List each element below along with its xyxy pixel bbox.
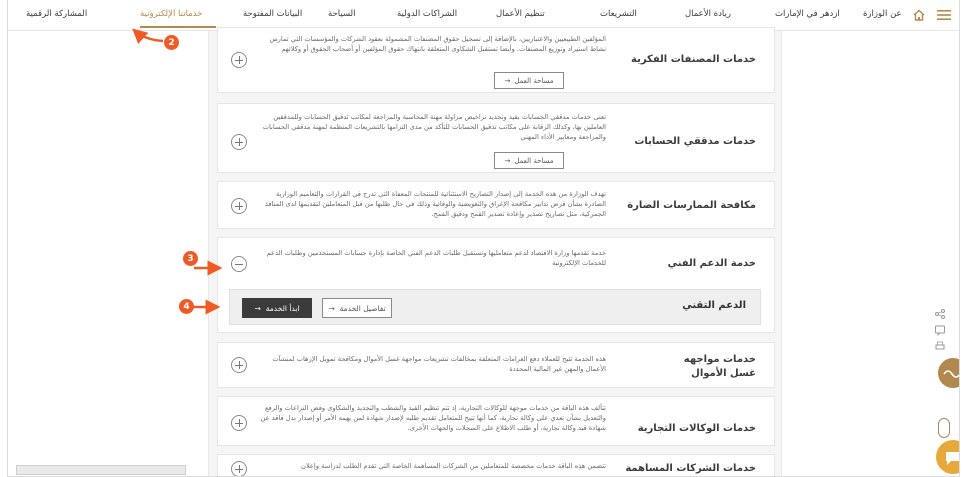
service-card-title: خدمات مواجهه غسل الأموال: [683, 354, 756, 379]
nav-entrepreneurship[interactable]: ريادة الأعمال: [685, 9, 731, 19]
sub-service-row: الدعم التقني تفاصيل الخدمة → ابدأ الخدمة…: [229, 289, 761, 325]
nav-e-services[interactable]: خدماتنا الإلكترونية: [140, 9, 202, 19]
workspace-button-label: مساحة العمل: [514, 76, 554, 85]
nav-open-data[interactable]: البيانات المفتوحة: [243, 9, 302, 19]
workspace-button-label: مساحة العمل: [514, 156, 554, 165]
service-card-title: مكافحة الممارسات الضارة: [627, 200, 756, 211]
browser-viewport: المشاركة الرقمية خدماتنا الإلكترونية الب…: [7, 0, 960, 477]
print-icon[interactable]: [934, 340, 946, 352]
nav-tourism[interactable]: السياحة: [328, 9, 356, 19]
annotation-marker-2: 2: [164, 35, 179, 50]
start-service-button[interactable]: ابدأ الخدمة →: [242, 298, 312, 318]
chat-bubble-icon: [946, 452, 959, 465]
service-card-commercial-agencies: تتألف هذه الباقة من خدمات موجهة للوكالات…: [217, 396, 775, 446]
scroll-indicator: [938, 418, 950, 438]
service-details-label: تفاصيل الخدمة: [339, 303, 386, 313]
expand-plus-icon[interactable]: [231, 134, 247, 150]
service-card-description: خدمة تقدمها وزارة الاقتصاد لدعم متعامليه…: [266, 249, 606, 267]
accessibility-wave-icon: [943, 370, 959, 378]
sub-service-title: الدعم التقني: [682, 300, 746, 311]
service-card-anti-money-laundering: هذه الخدمة تتيح للعملاء دفع الغرامات الم…: [217, 342, 775, 388]
service-card-description: تهدف الوزارة من هذه الخدمة إلى إصدار الت…: [264, 190, 606, 218]
annotation-marker-4: 4: [179, 299, 194, 314]
nav-active-underline: [140, 26, 216, 28]
service-card-description: تتضمن هذه الباقة خدمات مخصصة للمتعاملين …: [301, 462, 606, 470]
service-card-description: هذه الخدمة تتيح للعملاء دفع الغرامات الم…: [272, 355, 606, 373]
hamburger-menu-icon[interactable]: [936, 8, 952, 22]
start-service-label: ابدأ الخدمة: [265, 303, 300, 313]
accessibility-widget[interactable]: [938, 358, 959, 388]
service-card-title: خدمات الشركات المساهمة: [625, 463, 756, 474]
nav-business-regulation[interactable]: تنظيم الأعمال: [496, 9, 545, 19]
expand-plus-icon[interactable]: [231, 198, 247, 214]
workspace-button[interactable]: مساحة العمل →: [494, 152, 564, 169]
expand-plus-icon[interactable]: [231, 461, 247, 476]
collapse-minus-icon[interactable]: [231, 256, 247, 272]
browser-status-bar: [16, 465, 186, 475]
nav-digital-participation[interactable]: المشاركة الرقمية: [26, 9, 87, 19]
annotation-marker-3: 3: [183, 251, 198, 266]
expand-plus-icon[interactable]: [231, 415, 247, 431]
service-card-title: خدمات الوكالات التجارية: [637, 423, 756, 434]
service-card-description: تتألف هذه الباقة من خدمات موجهة للوكالات…: [260, 404, 606, 432]
service-card-description: المؤلفين الطبيعيين والاعتباريين، بالإضاف…: [269, 35, 606, 53]
service-card-title: خدمات مدققي الحسابات: [634, 136, 756, 147]
workspace-button[interactable]: مساحة العمل →: [494, 72, 564, 89]
chat-button[interactable]: [936, 440, 959, 474]
service-card-intellectual-works: المؤلفين الطبيعيين والاعتباريين، بالإضاف…: [217, 27, 775, 93]
arrow-right-icon: →: [328, 303, 335, 313]
feedback-icon[interactable]: [934, 324, 946, 336]
service-card-title: خدمة الدعم الفني: [667, 258, 756, 269]
arrow-right-icon: →: [254, 303, 261, 313]
home-icon[interactable]: [912, 8, 926, 22]
nav-thrive-in-uae[interactable]: ازدهر في الإمارات: [775, 9, 840, 19]
service-card-joint-stock-companies: تتضمن هذه الباقة خدمات مخصصة للمتعاملين …: [217, 454, 775, 476]
arrow-right-icon: →: [504, 76, 511, 85]
nav-legislation[interactable]: التشريعات: [600, 9, 637, 19]
service-card-title: خدمات المصنفات الفكرية: [631, 54, 756, 65]
share-icon[interactable]: [934, 308, 946, 320]
nav-international-partnerships[interactable]: الشراكات الدولية: [397, 9, 457, 19]
arrow-right-icon: →: [504, 156, 511, 165]
service-card-auditors: تعنى خدمات مدققي الحسابات بقيد وتجديد تر…: [217, 103, 775, 173]
service-details-button[interactable]: تفاصيل الخدمة →: [322, 298, 392, 318]
service-card-description: تعنى خدمات مدققي الحسابات بقيد وتجديد تر…: [262, 113, 606, 141]
expand-plus-icon[interactable]: [231, 357, 247, 373]
expand-plus-icon[interactable]: [231, 52, 247, 68]
service-card-harmful-practices: تهدف الوزارة من هذه الخدمة إلى إصدار الت…: [217, 181, 775, 229]
services-list-panel: المؤلفين الطبيعيين والاعتباريين، بالإضاف…: [208, 27, 782, 476]
nav-about-ministry[interactable]: عن الوزارة: [863, 9, 902, 19]
